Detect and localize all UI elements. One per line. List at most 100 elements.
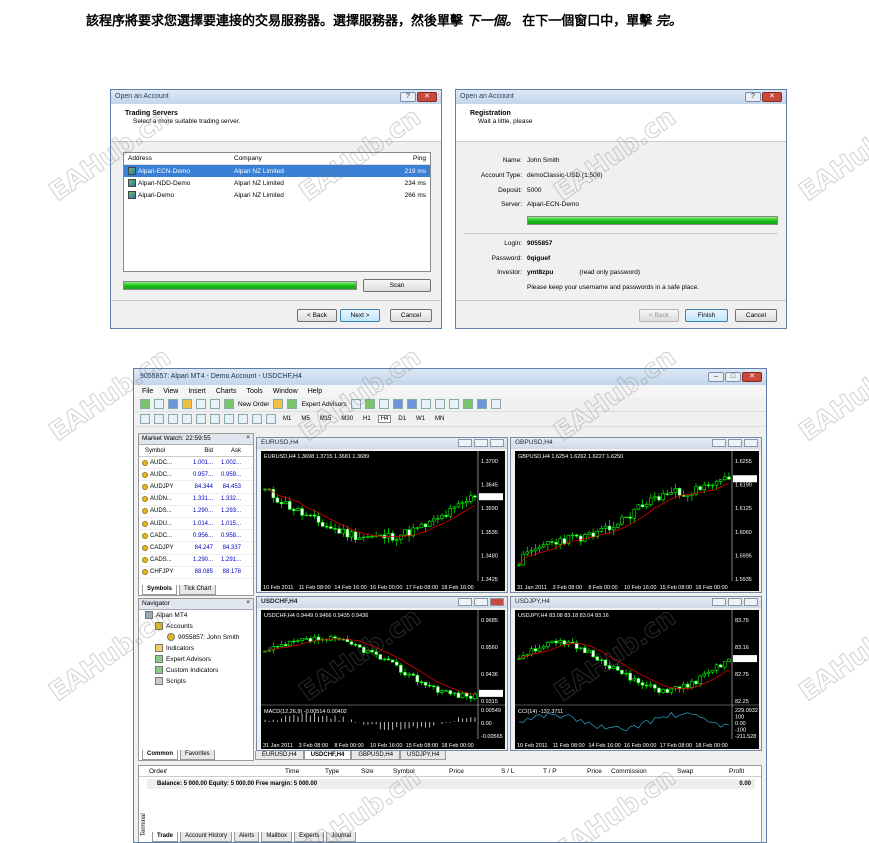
nav-custom-indicators[interactable]: Custom Indicators <box>145 665 253 676</box>
crosshair-icon[interactable] <box>154 414 164 424</box>
tf-h4[interactable]: H4 <box>377 415 392 423</box>
tf-m30[interactable]: M30 <box>338 415 356 423</box>
price-chart[interactable]: USDCHF,H4 0.9449 0.9466 0.9435 0.9436 0.9… <box>261 610 505 749</box>
menu-file[interactable]: File <box>142 388 153 395</box>
help-button[interactable]: ? <box>400 92 416 102</box>
market-watch-row[interactable]: CHFJPY 88.085 88.178 <box>139 567 253 579</box>
market-watch-row[interactable]: AUDC... 0.957... 0.959... <box>139 469 253 482</box>
scroll-icon[interactable] <box>434 399 445 409</box>
chart-window-eurusd[interactable]: EURUSD,H4 EURUSD,H4 1.3698 1.3715 1.3681… <box>256 437 508 593</box>
profiles-icon[interactable] <box>154 399 164 409</box>
new-chart-icon[interactable] <box>140 399 150 409</box>
minimize-icon[interactable] <box>458 439 472 447</box>
tf-d1[interactable]: D1 <box>395 415 409 423</box>
menu-insert[interactable]: Insert <box>188 388 206 395</box>
zoom-out-icon[interactable] <box>406 399 417 409</box>
minimize-icon[interactable] <box>458 598 472 606</box>
nav-scripts[interactable]: Scripts <box>145 676 253 687</box>
terminal-column[interactable]: / <box>165 768 167 775</box>
terminal-column[interactable]: Time <box>285 768 299 775</box>
market-watch-row[interactable]: CADJPY 84.247 84.337 <box>139 542 253 555</box>
new-order-button[interactable]: New Order <box>238 401 269 408</box>
arrows-icon[interactable] <box>266 414 276 424</box>
tf-m1[interactable]: M1 <box>280 415 294 423</box>
menu-charts[interactable]: Charts <box>216 388 237 395</box>
close-icon[interactable]: × <box>246 434 250 441</box>
market-watch-row[interactable]: AUDC... 1.001... 1.002... <box>139 457 253 470</box>
maximize-icon[interactable] <box>474 439 488 447</box>
tester-icon[interactable] <box>210 399 220 409</box>
market-watch-row[interactable]: AUDN... 1.331... 1.332... <box>139 494 253 506</box>
metaeditor-icon[interactable] <box>273 399 284 409</box>
chart-window-usdchf[interactable]: USDCHF,H4 USDCHF,H4 0.9449 0.9466 0.9435… <box>256 596 508 751</box>
navigator-icon[interactable] <box>182 399 192 409</box>
market-watch-row[interactable]: CADC... 0.956... 0.958... <box>139 530 253 543</box>
tf-w1[interactable]: W1 <box>413 415 428 423</box>
expert-advisors-button[interactable]: Expert Advisors <box>301 401 346 408</box>
terminal-column[interactable]: Symbol <box>393 768 415 775</box>
maximize-icon[interactable] <box>728 598 742 606</box>
chart-tab[interactable]: USDJPY,H4 <box>400 751 447 760</box>
terminal-column[interactable]: Order <box>149 768 166 775</box>
tab-symbols[interactable]: Symbols <box>142 585 178 595</box>
tab-alerts[interactable]: Alerts <box>234 832 260 842</box>
next-button[interactable]: Next > <box>340 309 380 322</box>
zoom-in-icon[interactable] <box>392 399 403 409</box>
label-icon[interactable] <box>252 414 262 424</box>
menu-window[interactable]: Window <box>273 388 298 395</box>
close-icon[interactable] <box>490 439 504 447</box>
nav-accounts[interactable]: Accounts <box>145 621 253 632</box>
terminal-column[interactable]: Profit <box>729 768 744 775</box>
tf-h1[interactable]: H1 <box>360 415 374 423</box>
tab-trade[interactable]: Trade <box>152 832 179 842</box>
maximize-button[interactable]: □ <box>725 372 741 382</box>
nav-root[interactable]: Alpari MT4 <box>145 610 253 621</box>
close-icon[interactable] <box>490 598 504 606</box>
terminal-column[interactable]: T / P <box>543 768 557 775</box>
server-row[interactable]: Alpari-NDD-Demo Alpari NZ Limited 234 ms <box>124 177 430 189</box>
candles-icon[interactable] <box>364 399 375 409</box>
trendline-icon[interactable] <box>196 414 206 424</box>
shift-icon[interactable] <box>448 399 459 409</box>
tab-account-history[interactable]: Account History <box>180 832 233 842</box>
nav-account-item[interactable]: 9055857: John Smith <box>145 632 253 643</box>
price-chart[interactable]: USDJPY,H4 83.08 83.18 83.04 83.16 83.75 83… <box>515 610 759 749</box>
market-watch-row[interactable]: AUDS... 1.290... 1.293... <box>139 506 253 518</box>
col-bid[interactable]: Bid <box>185 448 213 454</box>
chart-tab[interactable]: GBPUSD,H4 <box>351 751 401 760</box>
tab-common[interactable]: Common <box>142 750 178 760</box>
minimize-icon[interactable] <box>712 439 726 447</box>
fibonacci-icon[interactable] <box>224 414 234 424</box>
nav-indicators[interactable]: Indicators <box>145 643 253 654</box>
scan-button[interactable]: Scan <box>363 279 431 292</box>
chart-window-gbpusd[interactable]: GBPUSD,H4 GBPUSD,H4 1.6254 1.6262 1.6227… <box>510 437 762 593</box>
price-chart[interactable]: GBPUSD,H4 1.6254 1.6262 1.6227 1.6250 1.6… <box>515 451 759 591</box>
market-watch-row[interactable]: AUDJPY 84.344 84.453 <box>139 481 253 494</box>
market-watch-icon[interactable] <box>168 399 178 409</box>
col-ask[interactable]: Ask <box>213 448 241 454</box>
tab-journal[interactable]: Journal <box>326 832 357 842</box>
minimize-icon[interactable] <box>712 598 726 606</box>
line-chart-icon[interactable] <box>378 399 389 409</box>
minimize-button[interactable]: – <box>708 372 724 382</box>
chart-tab[interactable]: EURUSD,H4 <box>255 751 304 760</box>
col-address[interactable]: Address <box>124 155 232 162</box>
tab-mailbox[interactable]: Mailbox <box>261 832 293 842</box>
horizontal-line-icon[interactable] <box>182 414 192 424</box>
terminal-column[interactable]: S / L <box>501 768 514 775</box>
maximize-icon[interactable] <box>728 439 742 447</box>
terminal-column[interactable]: Price <box>449 768 464 775</box>
menu-tools[interactable]: Tools <box>246 388 262 395</box>
close-icon[interactable]: × <box>246 599 250 606</box>
market-watch-row[interactable]: AUDU... 1.014... 1.015... <box>139 518 253 531</box>
text-icon[interactable] <box>238 414 248 424</box>
market-watch-row[interactable]: CADS... 1.290... 1.291... <box>139 555 253 567</box>
terminal-column[interactable]: Type <box>325 768 339 775</box>
nav-expert-advisors[interactable]: Expert Advisors <box>145 654 253 665</box>
terminal-column[interactable]: Commission <box>611 768 647 775</box>
tf-m15[interactable]: M15 <box>317 415 335 423</box>
menu-help[interactable]: Help <box>308 388 322 395</box>
terminal-icon[interactable] <box>196 399 206 409</box>
col-symbol[interactable]: Symbol <box>139 448 185 454</box>
col-ping[interactable]: Ping <box>382 155 430 162</box>
